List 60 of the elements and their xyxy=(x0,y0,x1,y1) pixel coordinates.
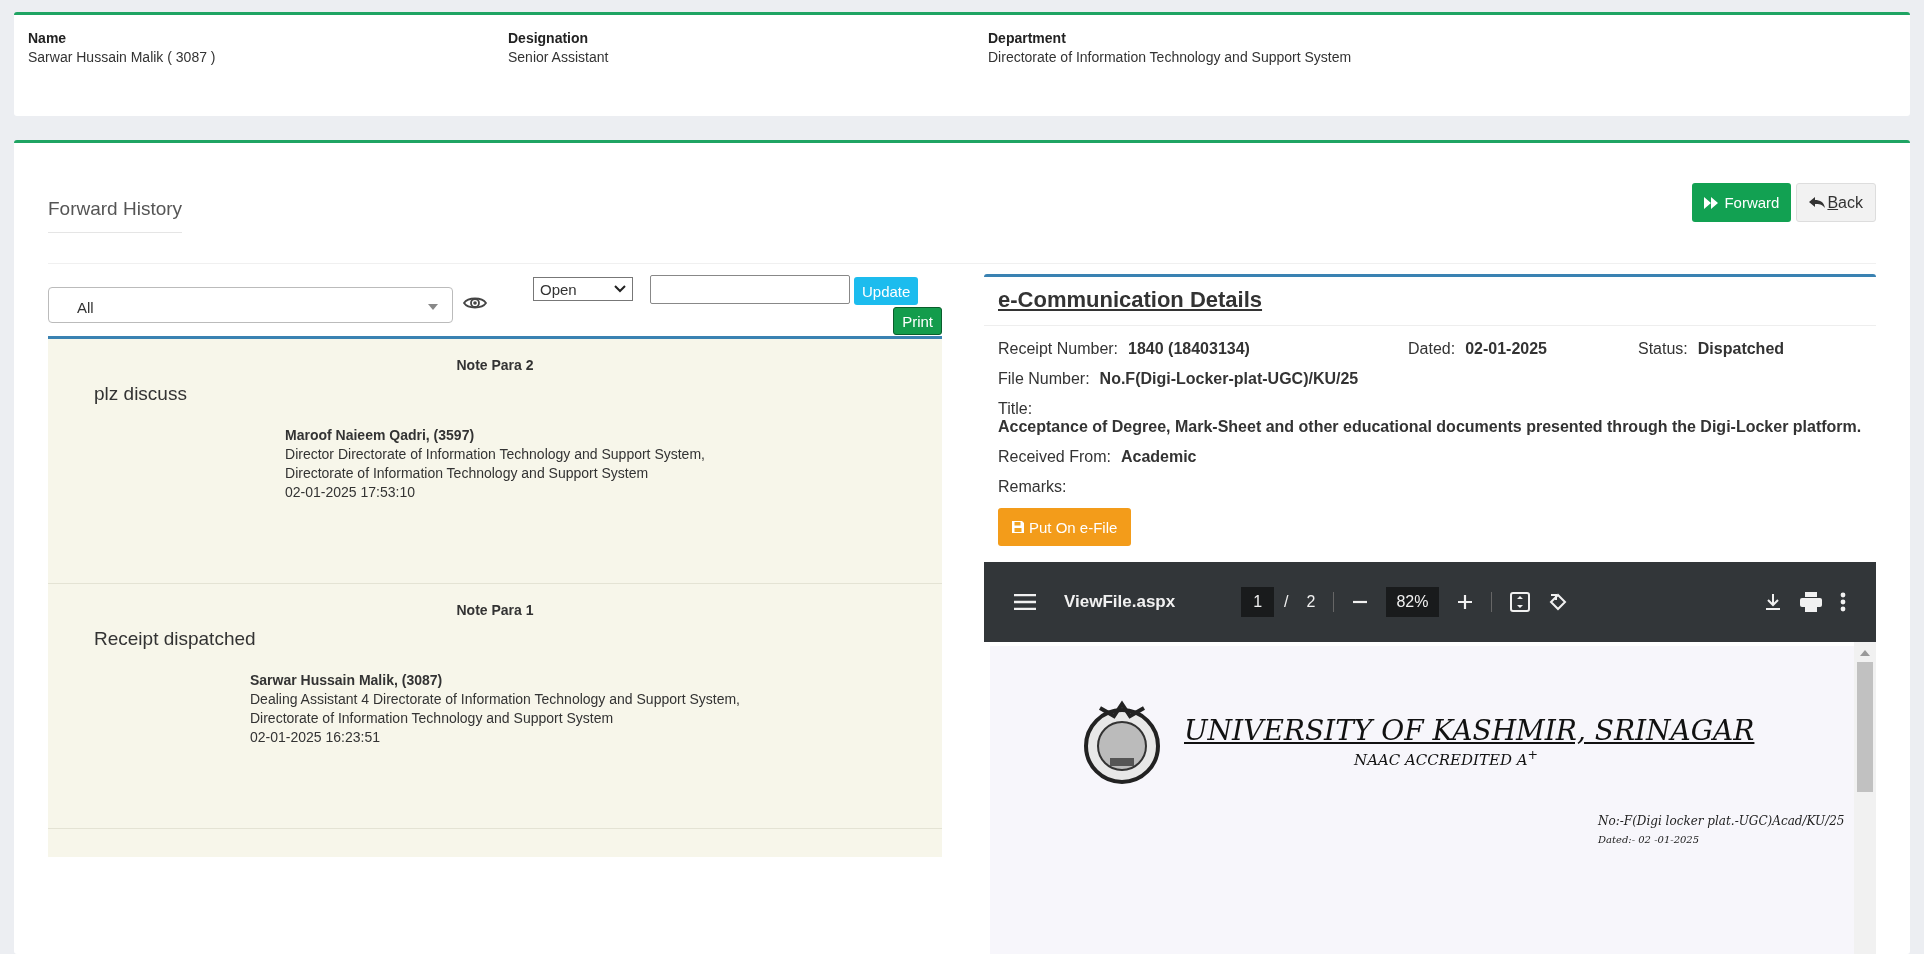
zoom-in-icon[interactable] xyxy=(1456,594,1473,610)
zoom-field[interactable]: 82% xyxy=(1386,587,1439,617)
scrollbar[interactable] xyxy=(1854,642,1876,954)
print-icon[interactable] xyxy=(1800,592,1822,612)
author-designation: Director Directorate of Information Technology and Support System, xyxy=(285,446,705,462)
author-name: Sarwar Hussain Malik, (3087) xyxy=(250,672,444,688)
author-name: Maroof Naieem Qadri, (3597) xyxy=(285,427,476,443)
field-label: Designation xyxy=(508,30,590,46)
field-value: 02-01-2025 xyxy=(1465,340,1547,358)
document-date: Dated:- 02 -01-2025 xyxy=(1598,834,1701,845)
double-triangle-icon xyxy=(1704,196,1719,209)
field-value: Dispatched xyxy=(1697,340,1785,358)
field-label: Name xyxy=(28,30,68,46)
field-value: Acceptance of Degree, Mark-Sheet and other educational documents presented through the Digi-Locker platform. xyxy=(998,418,1862,436)
print-button[interactable]: Print xyxy=(893,307,942,335)
note-title: Note Para 1 xyxy=(455,602,535,618)
fit-page-icon[interactable] xyxy=(1509,592,1530,612)
menu-icon[interactable] xyxy=(1014,594,1036,610)
note-text: plz discuss xyxy=(94,383,188,405)
note-text: Receipt dispatched xyxy=(94,628,257,650)
page-number-field[interactable]: 1 xyxy=(1241,587,1275,617)
page-separator: / xyxy=(1284,593,1289,611)
rotate-icon[interactable] xyxy=(1547,592,1568,612)
field-label: File Number: xyxy=(998,370,1090,388)
author-department: Directorate of Information Technology and Support System xyxy=(285,465,650,481)
file-name: ViewFile.aspx xyxy=(1064,592,1176,612)
field-label: Department xyxy=(988,30,1067,46)
document-heading: UNIVERSITY OF KASHMIR, SRINAGAR xyxy=(1184,713,1755,747)
text-input[interactable] xyxy=(650,275,850,304)
field-label: Remarks: xyxy=(998,478,1067,496)
field-label: Received From: xyxy=(998,448,1111,466)
eye-icon[interactable] xyxy=(463,296,487,310)
more-options-icon[interactable] xyxy=(1840,592,1846,612)
field-label: Receipt Number: xyxy=(998,340,1119,358)
note-timestamp: 02-01-2025 17:53:10 xyxy=(285,484,416,500)
field-value: No.F(Digi-Locker-plat-UGC)/KU/25 xyxy=(1099,370,1359,388)
field-value: 1840 (18403134) xyxy=(1128,340,1250,358)
chevron-down-icon xyxy=(614,285,626,293)
caret-icon xyxy=(428,304,438,310)
note-timestamp: 02-01-2025 16:23:51 xyxy=(250,729,381,745)
reply-arrow-icon xyxy=(1809,196,1826,209)
author-designation: Dealing Assistant 4 Directorate of Information Technology and Support System, xyxy=(250,691,740,707)
page-count: 2 xyxy=(1306,593,1316,611)
document-subheading: NAAC ACCREDITED A$^{+}$ xyxy=(1354,746,1540,769)
status-select[interactable]: Open xyxy=(533,277,633,301)
panel-title: e-Communication Details xyxy=(998,287,1263,312)
download-icon[interactable] xyxy=(1764,593,1782,611)
field-value: Academic xyxy=(1120,448,1197,466)
field-label: Title: xyxy=(998,400,1034,418)
field-value: Sarwar Hussain Malik ( 3087 ) xyxy=(28,49,217,65)
field-label: Status: xyxy=(1638,340,1688,358)
section-title: Forward History xyxy=(48,198,183,233)
document-reference: No:-F(Digi locker plat.-UGC)Acad/KU/25 xyxy=(1598,814,1846,828)
back-button[interactable]: Back xyxy=(1796,183,1876,222)
field-label: Dated: xyxy=(1408,340,1456,358)
field-value: Senior Assistant xyxy=(508,49,610,65)
note-title: Note Para 2 xyxy=(455,357,535,373)
author-department: Directorate of Information Technology and Support System xyxy=(250,710,615,726)
field-value: Directorate of Information Technology and Support System xyxy=(988,49,1353,65)
user-select[interactable]: All xyxy=(48,287,453,323)
